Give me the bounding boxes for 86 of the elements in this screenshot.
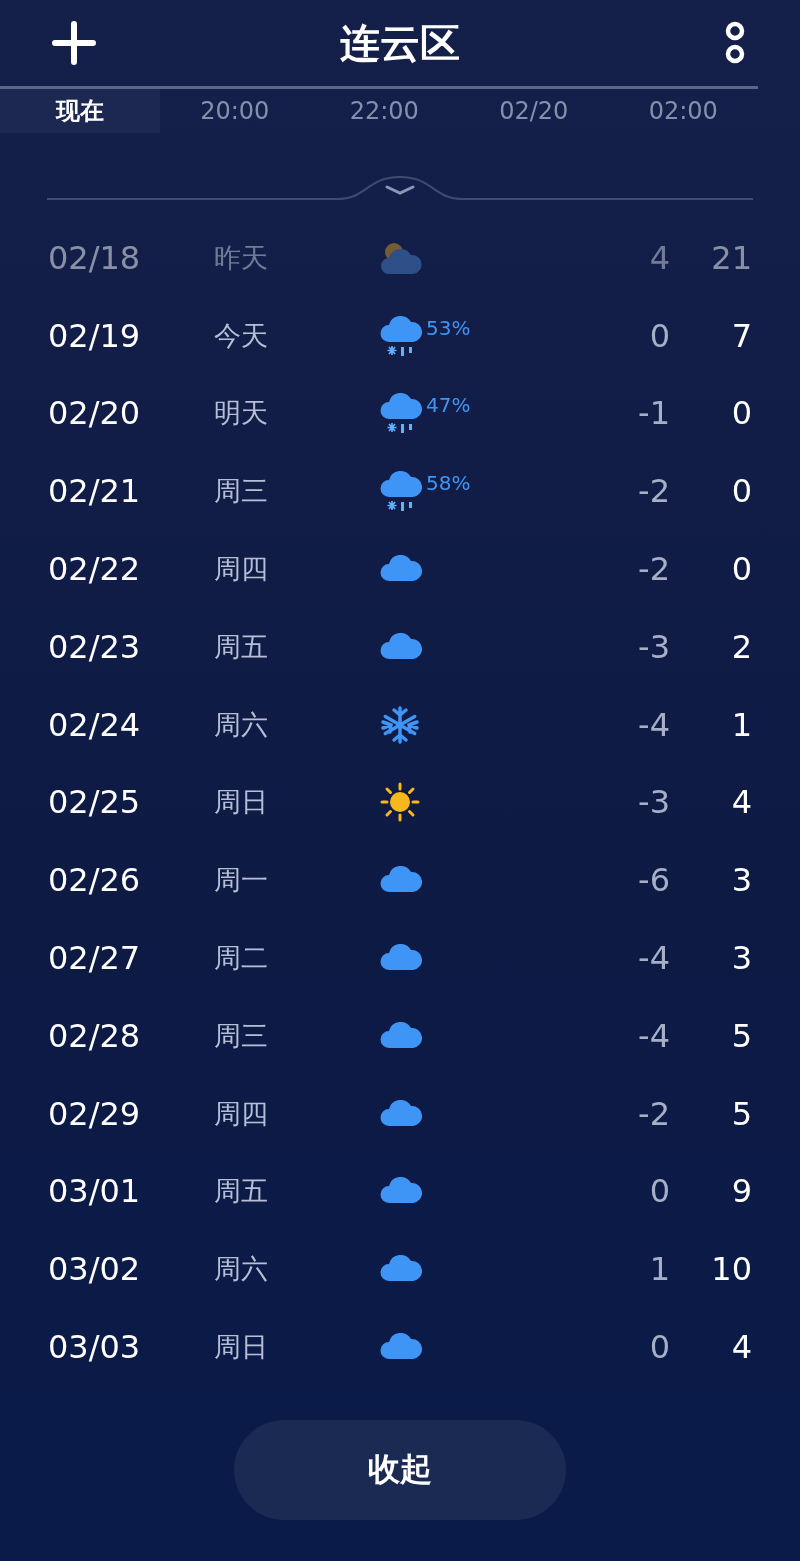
cloud-icon — [380, 555, 422, 584]
high-temperature: 4 — [730, 783, 752, 822]
hour-tab[interactable]: 20:00 — [160, 91, 310, 131]
low-temperature: -2 — [637, 1094, 670, 1133]
date-label: 02/20 — [48, 394, 142, 433]
high-temperature: 0 — [730, 472, 752, 511]
weekday-label: 周日 — [214, 1330, 269, 1365]
date-label: 02/26 — [48, 861, 142, 900]
hour-tab[interactable]: 现在 — [0, 89, 160, 133]
cloud-icon — [380, 632, 422, 661]
weekday-label: 周二 — [214, 941, 269, 976]
high-temperature: 0 — [730, 550, 752, 589]
date-label: 02/27 — [48, 939, 142, 978]
low-temperature: -3 — [637, 783, 670, 822]
city-title: 连云区 — [340, 18, 460, 68]
date-label: 02/23 — [48, 627, 142, 666]
cloud-icon — [380, 866, 422, 895]
cloud-icon — [380, 1177, 422, 1206]
low-temperature: -2 — [637, 550, 670, 589]
low-temperature: 0 — [648, 316, 670, 355]
date-label: 03/03 — [48, 1328, 142, 1367]
date-label: 02/29 — [48, 1094, 142, 1133]
date-label: 02/19 — [48, 316, 142, 355]
weekday-label: 周五 — [214, 629, 269, 664]
cloud-icon — [380, 1333, 422, 1362]
precipitation-chance: 47% — [426, 393, 471, 418]
date-label: 02/28 — [48, 1016, 142, 1055]
add-icon[interactable] — [52, 21, 96, 65]
low-temperature: -2 — [637, 472, 670, 511]
weekday-label: 周六 — [214, 1252, 269, 1287]
high-temperature: 3 — [730, 939, 752, 978]
weekday-label: 周三 — [214, 474, 269, 509]
hour-tab[interactable]: 02:00 — [608, 91, 758, 131]
cloud-icon — [380, 1099, 422, 1128]
cloud-icon — [380, 944, 422, 973]
weekday-label: 周日 — [214, 785, 269, 820]
sleet-icon — [380, 469, 422, 514]
high-temperature: 5 — [730, 1016, 752, 1055]
weekday-label: 周五 — [214, 1174, 269, 1209]
low-temperature: -6 — [637, 861, 670, 900]
low-temperature: -4 — [637, 939, 670, 978]
cloud-icon — [380, 1021, 422, 1050]
date-label: 02/22 — [48, 550, 142, 589]
weekday-label: 周一 — [214, 863, 269, 898]
date-label: 02/25 — [48, 783, 142, 822]
cloud-icon — [380, 1255, 422, 1284]
weekday-label: 周四 — [214, 552, 269, 587]
weekday-label: 昨天 — [214, 240, 269, 275]
weekday-label: 周四 — [214, 1096, 269, 1131]
date-label: 02/21 — [48, 472, 142, 511]
date-label: 02/18 — [48, 238, 142, 277]
high-temperature: 3 — [730, 861, 752, 900]
low-temperature: -4 — [637, 1016, 670, 1055]
high-temperature: 4 — [730, 1328, 752, 1367]
high-temperature: 0 — [730, 394, 752, 433]
high-temperature: 9 — [730, 1172, 752, 1211]
sleet-icon — [380, 313, 422, 358]
weekday-label: 周六 — [214, 707, 269, 742]
high-temperature: 2 — [730, 627, 752, 666]
weekday-label: 明天 — [214, 396, 269, 431]
sun-icon — [380, 782, 420, 823]
high-temperature: 10 — [710, 1250, 752, 1289]
weekday-label: 周三 — [214, 1018, 269, 1053]
low-temperature: -3 — [637, 627, 670, 666]
low-temperature: 1 — [648, 1250, 670, 1289]
high-temperature: 1 — [730, 705, 752, 744]
hour-tab[interactable]: 22:00 — [309, 91, 459, 131]
precipitation-chance: 58% — [426, 471, 471, 496]
collapse-button[interactable]: 收起 — [234, 1419, 566, 1520]
low-temperature: 0 — [648, 1172, 670, 1211]
low-temperature: 0 — [648, 1328, 670, 1367]
snowflake-icon — [380, 704, 420, 745]
low-temperature: -1 — [637, 394, 670, 433]
low-temperature: 4 — [648, 238, 670, 277]
hour-tab[interactable]: 02/20 — [459, 91, 609, 131]
high-temperature: 5 — [730, 1094, 752, 1133]
date-label: 03/01 — [48, 1172, 142, 1211]
high-temperature: 7 — [730, 316, 752, 355]
date-label: 03/02 — [48, 1250, 142, 1289]
date-label: 02/24 — [48, 705, 142, 744]
high-temperature: 21 — [710, 238, 752, 277]
sleet-icon — [380, 391, 422, 436]
low-temperature: -4 — [637, 705, 670, 744]
more-icon[interactable] — [724, 21, 746, 65]
precipitation-chance: 53% — [426, 315, 471, 340]
weekday-label: 今天 — [214, 318, 269, 353]
